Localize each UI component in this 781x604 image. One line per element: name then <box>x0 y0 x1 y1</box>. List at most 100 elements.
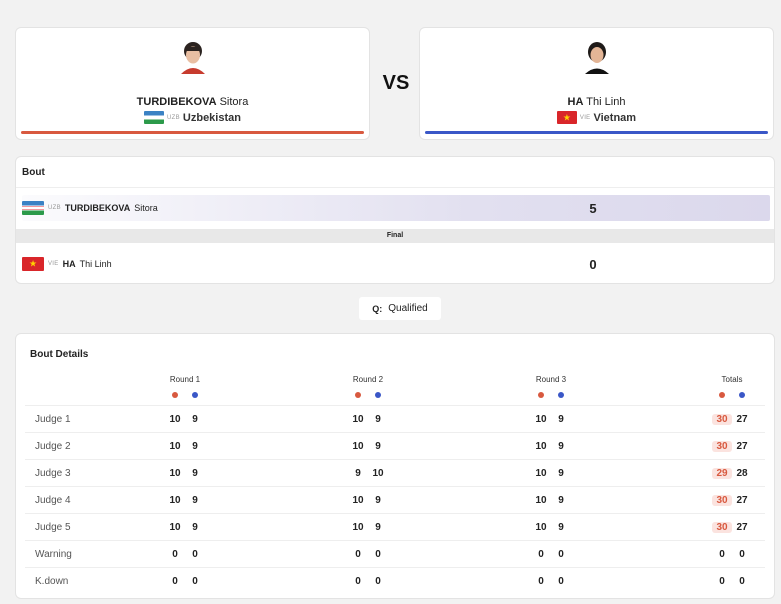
detail-row-warning: Warning 0 0 0 0 0 0 0 0 <box>25 540 765 567</box>
detail-row-label: K.down <box>35 576 69 587</box>
red-score: 0 <box>538 549 544 560</box>
bout-details-card: Bout Details Round 1 Round 2 Round 3 Tot… <box>15 333 775 599</box>
versus-label: VS <box>382 72 410 94</box>
totals-corner-dots <box>702 392 762 398</box>
legend-key: Q: <box>372 303 383 314</box>
blue-score: 9 <box>192 522 198 533</box>
blue-athlete-name[interactable]: HA Thi Linh <box>420 96 773 108</box>
red-score: 30 <box>712 522 732 533</box>
red-surname: TURDIBEKOVA <box>136 96 217 108</box>
red-score: 10 <box>169 522 181 533</box>
red-score: 10 <box>535 495 547 506</box>
bout-red-code: UZB <box>48 205 61 211</box>
bout-details-title: Bout Details <box>30 349 89 360</box>
bout-divider <box>16 187 774 188</box>
blue-dot-icon <box>739 392 745 398</box>
blue-score: 27 <box>736 522 748 533</box>
red-score: 10 <box>169 414 181 425</box>
blue-score: 27 <box>736 441 748 452</box>
blue-given-name: Thi Linh <box>586 96 626 108</box>
blue-country: VIE Vietnam <box>420 111 773 124</box>
blue-score: 0 <box>375 549 381 560</box>
blue-country-code: VIE <box>579 114 591 121</box>
red-score: 30 <box>712 495 732 506</box>
detail-row-label: Warning <box>35 549 72 560</box>
red-score: 30 <box>712 414 732 425</box>
bout-blue-code: VIE <box>48 261 59 267</box>
bout-row-blue[interactable]: VIE HA Thi Linh 0 <box>22 251 770 277</box>
red-score: 0 <box>719 549 725 560</box>
blue-score: 9 <box>375 441 381 452</box>
round-scores: 00 <box>155 549 215 560</box>
round-scores: 10 9 <box>338 522 398 533</box>
bout-blue-score: 0 <box>589 256 597 272</box>
total-scores: 29 28 <box>702 468 762 479</box>
blue-score: 9 <box>192 441 198 452</box>
red-score: 0 <box>355 576 361 587</box>
blue-dot-icon <box>375 392 381 398</box>
round-1-corner-dots <box>155 392 215 398</box>
total-scores: 30 27 <box>702 414 762 425</box>
red-dot-icon <box>719 392 725 398</box>
red-score: 0 <box>538 576 544 587</box>
detail-row-judge-3: Judge 3 10 9 9 10 10 9 29 28 <box>25 459 765 486</box>
blue-score: 27 <box>736 414 748 425</box>
detail-row-label: Judge 1 <box>35 414 71 425</box>
blue-score: 0 <box>739 549 745 560</box>
red-corner-bar <box>21 131 364 134</box>
round-scores: 10 9 <box>338 414 398 425</box>
red-score: 9 <box>355 468 361 479</box>
bout-red-score: 5 <box>589 200 597 216</box>
red-athlete-name[interactable]: TURDIBEKOVA Sitora <box>16 96 369 108</box>
red-country-name: Uzbekistan <box>182 111 241 124</box>
blue-score: 9 <box>192 468 198 479</box>
red-score: 10 <box>535 414 547 425</box>
red-given-name: Sitora <box>219 96 249 108</box>
blue-score: 28 <box>736 468 748 479</box>
col-head-round-1: Round 1 <box>169 375 201 384</box>
uzbekistan-flag-icon <box>22 201 44 215</box>
round-scores: 00 <box>155 576 215 587</box>
total-scores: 00 <box>702 576 762 587</box>
blue-score: 9 <box>375 414 381 425</box>
blue-score: 0 <box>192 549 198 560</box>
blue-country-name: Vietnam <box>593 111 637 124</box>
red-score: 10 <box>352 522 364 533</box>
round-scores: 00 <box>521 576 581 587</box>
qualified-legend: Q: Qualified <box>359 297 441 320</box>
red-score: 0 <box>172 549 178 560</box>
detail-row-judge-4: Judge 4 10 9 10 9 10 9 30 27 <box>25 486 765 513</box>
red-dot-icon <box>355 392 361 398</box>
blue-score: 9 <box>192 495 198 506</box>
vietnam-flag-icon <box>22 257 44 271</box>
col-head-round-3: Round 3 <box>535 375 567 384</box>
red-athlete-card[interactable]: TURDIBEKOVA Sitora UZB Uzbekistan <box>15 27 370 140</box>
vietnam-flag-icon <box>556 111 577 124</box>
round-scores: 10 9 <box>521 468 581 479</box>
blue-score: 0 <box>739 576 745 587</box>
round-scores: 10 9 <box>521 414 581 425</box>
round-2-corner-dots <box>338 392 398 398</box>
bout-red-surname: TURDIBEKOVA <box>64 203 131 213</box>
red-dot-icon <box>538 392 544 398</box>
blue-score: 9 <box>375 495 381 506</box>
blue-athlete-card[interactable]: HA Thi Linh VIE Vietnam <box>419 27 774 140</box>
detail-row-label: Judge 4 <box>35 495 71 506</box>
blue-score: 0 <box>558 576 564 587</box>
bout-red-athlete: UZB TURDIBEKOVA Sitora <box>22 201 382 215</box>
bout-row-red[interactable]: UZB TURDIBEKOVA Sitora 5 <box>22 195 770 221</box>
detail-row-judge-1: Judge 1 10 9 10 9 10 9 30 27 <box>25 405 765 432</box>
col-head-round-2: Round 2 <box>352 375 384 384</box>
legend-label: Qualified <box>388 303 428 314</box>
detail-row-label: Judge 2 <box>35 441 71 452</box>
blue-score: 0 <box>558 549 564 560</box>
red-score: 10 <box>535 468 547 479</box>
bout-result-card: Bout UZB TURDIBEKOVA Sitora 5 Final VIE … <box>15 156 775 284</box>
round-scores: 10 9 <box>155 441 215 452</box>
detail-row-label: Judge 5 <box>35 522 71 533</box>
red-athlete-photo <box>174 38 211 74</box>
bout-red-given: Sitora <box>134 203 158 213</box>
detail-row-judge-5: Judge 5 10 9 10 9 10 9 30 27 <box>25 513 765 540</box>
red-score: 10 <box>169 441 181 452</box>
detail-row-judge-2: Judge 2 10 9 10 9 10 9 30 27 <box>25 432 765 459</box>
